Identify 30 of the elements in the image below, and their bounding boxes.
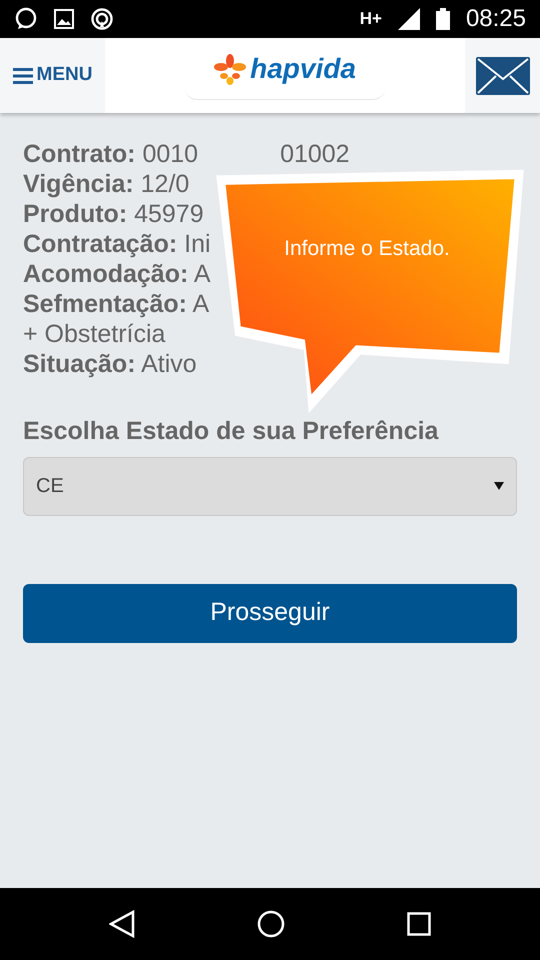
image-icon bbox=[54, 9, 74, 29]
continue-button[interactable]: Prosseguir bbox=[23, 584, 517, 642]
recents-icon[interactable] bbox=[407, 912, 431, 936]
state-select[interactable]: CE bbox=[23, 456, 517, 516]
detail-value: 01002 bbox=[280, 139, 350, 169]
mail-button[interactable] bbox=[465, 38, 540, 113]
clock: 08:25 bbox=[466, 4, 526, 34]
flower-icon bbox=[214, 52, 246, 84]
battery-icon bbox=[436, 8, 450, 30]
detail-line: Contratação: Ini bbox=[23, 229, 211, 259]
chat-icon bbox=[14, 7, 38, 31]
menu-icon bbox=[12, 68, 33, 84]
home-icon[interactable] bbox=[257, 910, 285, 938]
detail-line: + Obstetrícia bbox=[23, 319, 166, 349]
caret-icon bbox=[494, 482, 504, 490]
back-icon[interactable] bbox=[109, 910, 135, 938]
detail-line: Vigência: 12/0 bbox=[23, 169, 190, 199]
detail-line: Situação: Ativo bbox=[23, 349, 197, 379]
network-type: H+ bbox=[360, 8, 382, 30]
mail-icon bbox=[476, 56, 530, 94]
signal-icon bbox=[398, 8, 420, 30]
detail-line: Acomodação: A bbox=[23, 259, 211, 289]
select-label: Escolha Estado de sua Preferência bbox=[23, 416, 440, 447]
menu-button[interactable]: MENU bbox=[0, 38, 105, 113]
detail-line: Produto: 45979 bbox=[23, 199, 204, 229]
detail-line: Sefmentação: A bbox=[23, 289, 210, 319]
hotspot-icon bbox=[90, 7, 114, 31]
logo[interactable]: hapvida bbox=[185, 38, 385, 100]
tooltip-text: Informe o Estado. bbox=[283, 236, 451, 262]
detail-line: Contrato: 0010 bbox=[23, 139, 198, 169]
